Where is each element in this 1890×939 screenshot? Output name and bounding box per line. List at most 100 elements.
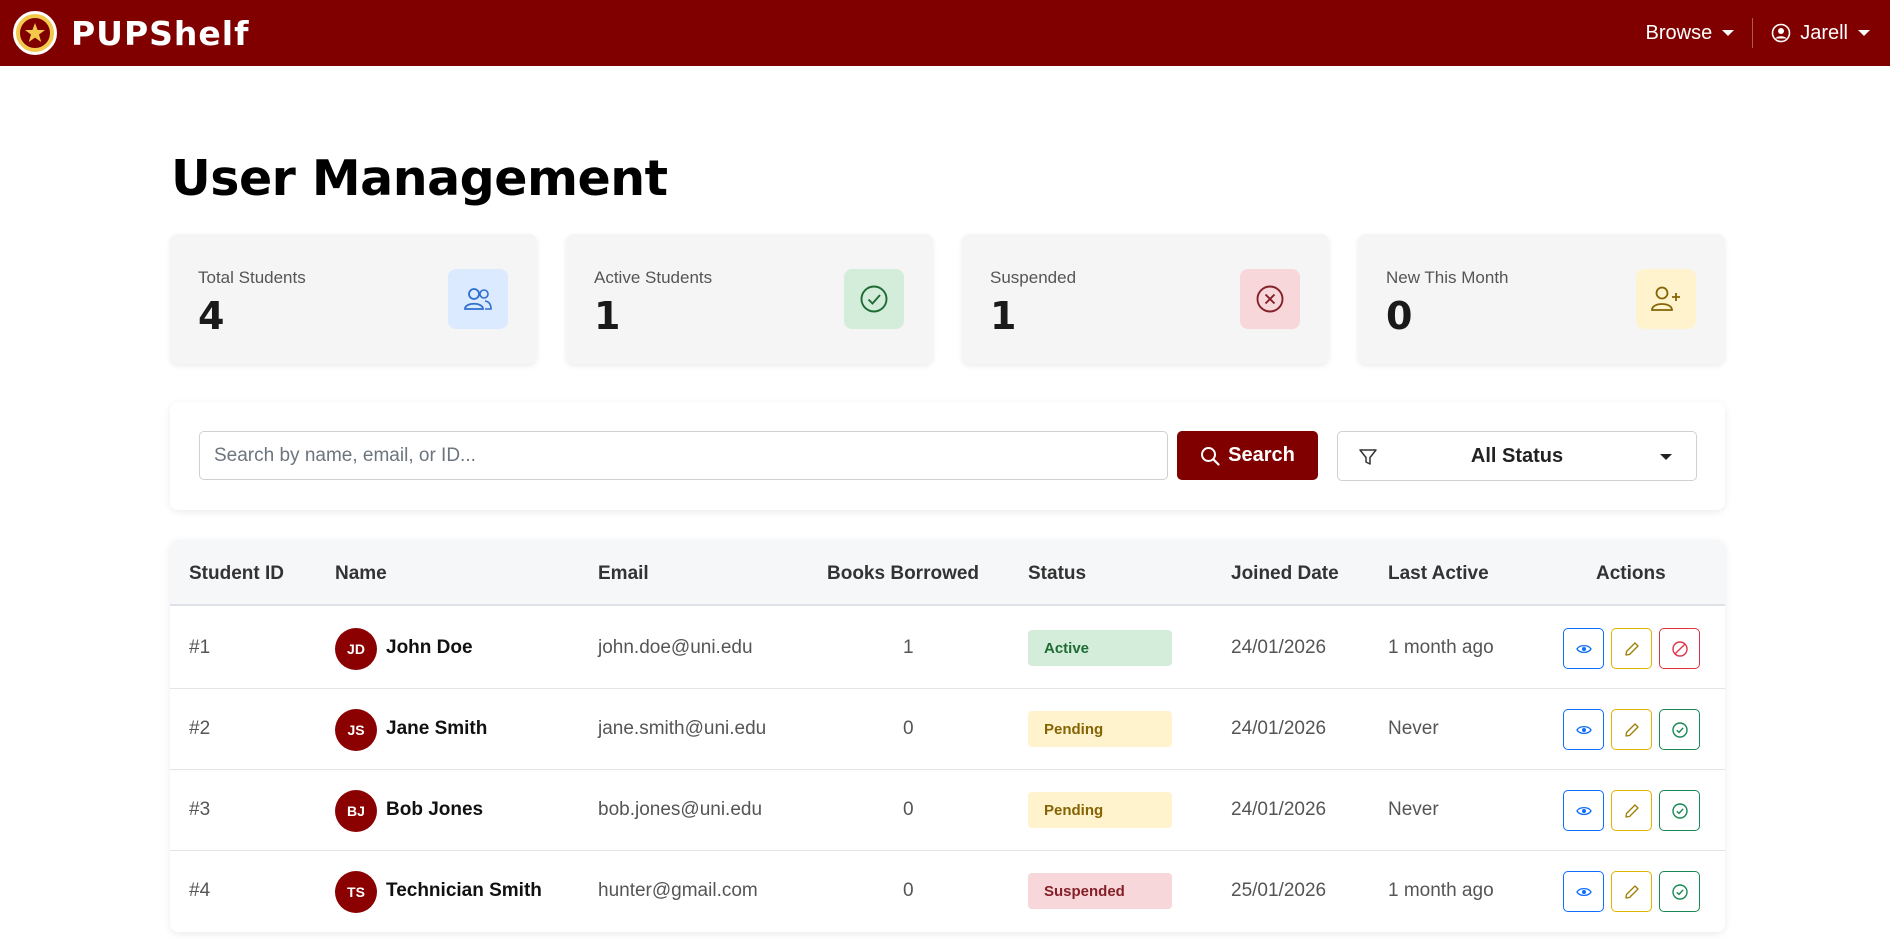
- user-plus-icon: [1636, 269, 1696, 329]
- student-id: #3: [189, 799, 211, 820]
- pencil-icon: [1624, 722, 1639, 737]
- student-email: jane.smith@uni.edu: [598, 718, 767, 739]
- stat-label: Suspended: [990, 268, 1077, 287]
- column-header-books-borrowed: Books Borrowed: [827, 563, 980, 584]
- column-header-last-active: Last Active: [1388, 563, 1489, 584]
- avatar: TS: [335, 871, 377, 913]
- column-header-student-id: Student ID: [189, 563, 284, 584]
- edit-button[interactable]: [1611, 628, 1652, 669]
- chevron-down-icon: [1660, 454, 1672, 460]
- chevron-down-icon: [1858, 30, 1870, 36]
- pencil-icon: [1624, 803, 1639, 818]
- student-id: #2: [189, 718, 211, 739]
- page-title: User Management: [171, 150, 668, 207]
- table-row: #1 JD John Doe john.doe@uni.edu 1 Active…: [170, 608, 1725, 689]
- user-name: Jarell: [1800, 21, 1848, 44]
- search-panel: Search All Status: [170, 402, 1725, 510]
- student-name: Jane Smith: [386, 718, 488, 739]
- pencil-icon: [1624, 884, 1639, 899]
- student-name: Bob Jones: [386, 799, 484, 820]
- view-button[interactable]: [1563, 709, 1604, 750]
- stat-card-total-students: Total Students 4: [170, 234, 537, 364]
- stat-value: 1: [594, 294, 621, 338]
- student-email: john.doe@uni.edu: [598, 637, 753, 658]
- nav-divider: [1752, 18, 1754, 48]
- joined-date: 24/01/2026: [1231, 718, 1327, 739]
- user-menu-dropdown[interactable]: Jarell: [1771, 22, 1870, 45]
- view-button[interactable]: [1563, 628, 1604, 669]
- student-name: John Doe: [386, 637, 473, 658]
- search-button[interactable]: Search: [1177, 431, 1318, 480]
- eye-icon: [1575, 806, 1592, 815]
- top-navbar: PUPShelf Browse Jarell: [0, 0, 1890, 66]
- books-borrowed: 1: [903, 637, 914, 658]
- column-header-status: Status: [1028, 563, 1087, 584]
- edit-button[interactable]: [1611, 871, 1652, 912]
- status-filter-value: All Status: [1470, 444, 1564, 467]
- student-email: bob.jones@uni.edu: [598, 799, 763, 820]
- table-row: #2 JS Jane Smith jane.smith@uni.edu 0 Pe…: [170, 689, 1725, 770]
- student-name: Technician Smith: [386, 880, 542, 901]
- row-actions: [1563, 628, 1707, 669]
- stat-value: 4: [198, 294, 225, 338]
- view-button[interactable]: [1563, 790, 1604, 831]
- joined-date: 24/01/2026: [1231, 799, 1327, 820]
- search-button-label: Search: [1228, 444, 1295, 466]
- last-active: 1 month ago: [1388, 637, 1494, 658]
- last-active: Never: [1388, 718, 1439, 739]
- suspend-button[interactable]: [1659, 628, 1700, 669]
- stat-value: 1: [990, 294, 1017, 338]
- users-table: Student ID Name Email Books Borrowed Sta…: [170, 540, 1725, 932]
- status-badge: Pending: [1028, 711, 1172, 747]
- ban-icon: [1671, 640, 1688, 657]
- avatar: BJ: [335, 790, 377, 832]
- stat-label: Total Students: [198, 268, 306, 287]
- column-header-email: Email: [598, 563, 649, 584]
- eye-icon: [1575, 644, 1592, 653]
- eye-icon: [1575, 725, 1592, 734]
- check-circle-icon: [1671, 721, 1688, 738]
- brand[interactable]: PUPShelf: [13, 11, 249, 55]
- stat-label: Active Students: [594, 268, 713, 287]
- table-row: #4 TS Technician Smith hunter@gmail.com …: [170, 851, 1725, 932]
- status-badge: Suspended: [1028, 873, 1172, 909]
- student-id: #1: [189, 637, 211, 658]
- last-active: Never: [1388, 799, 1439, 820]
- column-header-name: Name: [335, 563, 387, 584]
- last-active: 1 month ago: [1388, 880, 1494, 901]
- stat-label: New This Month: [1386, 268, 1509, 287]
- books-borrowed: 0: [903, 718, 914, 739]
- status-filter-select[interactable]: All Status: [1337, 431, 1697, 481]
- row-actions: [1563, 871, 1707, 912]
- row-actions: [1563, 709, 1707, 750]
- search-input[interactable]: [199, 431, 1168, 480]
- edit-button[interactable]: [1611, 790, 1652, 831]
- avatar: JS: [335, 709, 377, 751]
- x-circle-icon: [1240, 269, 1300, 329]
- browse-dropdown[interactable]: Browse: [1646, 22, 1735, 45]
- check-circle-icon: [1671, 883, 1688, 900]
- view-button[interactable]: [1563, 871, 1604, 912]
- edit-button[interactable]: [1611, 709, 1652, 750]
- stat-card-new-this-month: New This Month 0: [1358, 234, 1725, 364]
- pencil-icon: [1624, 641, 1639, 656]
- browse-label: Browse: [1645, 21, 1713, 44]
- avatar: JD: [335, 628, 377, 670]
- chevron-down-icon: [1722, 30, 1735, 36]
- activate-button[interactable]: [1659, 709, 1700, 750]
- stat-card-active-students: Active Students 1: [566, 234, 933, 364]
- activate-button[interactable]: [1659, 790, 1700, 831]
- student-id: #4: [189, 880, 211, 901]
- column-header-joined-date: Joined Date: [1231, 563, 1339, 584]
- brand-name: PUPShelf: [71, 13, 250, 53]
- row-actions: [1563, 790, 1707, 831]
- column-header-actions: Actions: [1596, 563, 1666, 584]
- joined-date: 25/01/2026: [1231, 880, 1327, 901]
- activate-button[interactable]: [1659, 871, 1700, 912]
- university-seal-icon: [13, 11, 57, 55]
- eye-icon: [1575, 887, 1592, 896]
- joined-date: 24/01/2026: [1231, 637, 1327, 658]
- users-icon: [448, 269, 508, 329]
- user-circle-icon: [1771, 23, 1791, 43]
- books-borrowed: 0: [903, 799, 914, 820]
